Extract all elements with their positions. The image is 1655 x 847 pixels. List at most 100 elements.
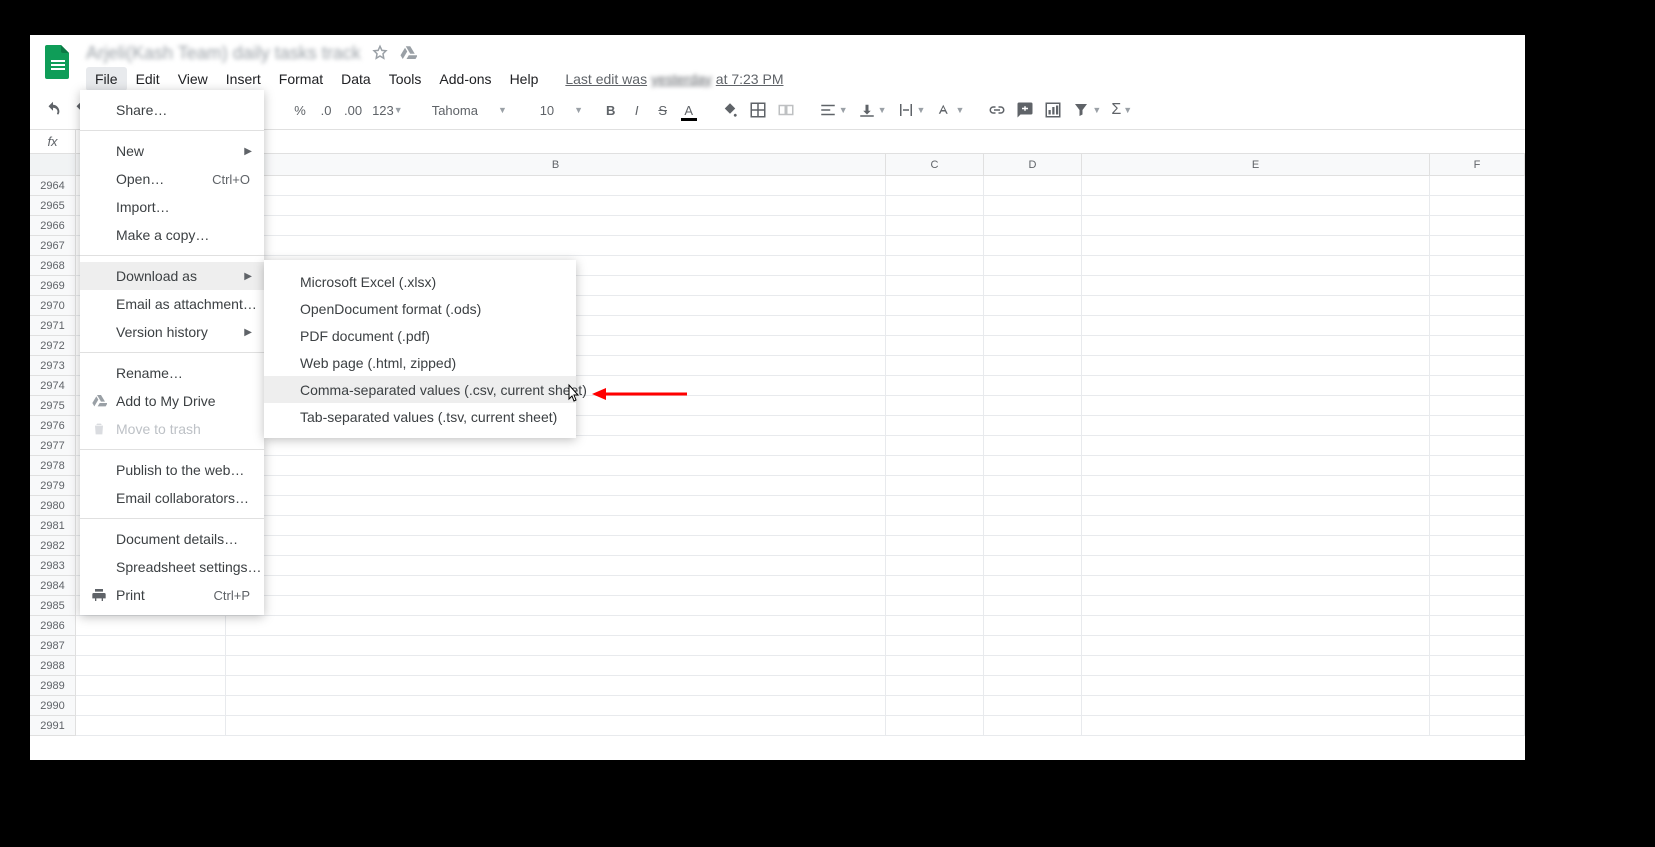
cell[interactable] [1430,336,1525,356]
cell[interactable] [886,716,984,736]
column-head-e[interactable]: E [1082,154,1430,175]
row-header[interactable]: 2991 [30,716,76,736]
cell[interactable] [984,216,1082,236]
cell[interactable] [886,516,984,536]
borders-button[interactable] [745,97,771,123]
cell[interactable] [886,536,984,556]
row-header[interactable]: 2984 [30,576,76,596]
cell[interactable] [1082,396,1430,416]
cell[interactable] [1082,616,1430,636]
file-menu-new[interactable]: New▶ [80,137,264,165]
row-header[interactable]: 2973 [30,356,76,376]
row-header[interactable]: 2969 [30,276,76,296]
row-header[interactable]: 2965 [30,196,76,216]
cell[interactable] [886,556,984,576]
menu-help[interactable]: Help [501,67,548,91]
merge-cells-button[interactable] [773,97,799,123]
download-tsv[interactable]: Tab-separated values (.tsv, current shee… [264,403,576,430]
cell[interactable] [76,696,226,716]
decrease-decimal-button[interactable]: .0 [314,97,338,123]
sheets-app-icon[interactable] [40,43,76,79]
file-menu-make-copy[interactable]: Make a copy… [80,221,264,249]
undo-button[interactable] [40,97,66,123]
row-header[interactable]: 2974 [30,376,76,396]
cell[interactable] [886,616,984,636]
font-size-select[interactable]: 10▼ [531,102,583,119]
row-header[interactable]: 2975 [30,396,76,416]
menu-tools[interactable]: Tools [380,67,431,91]
last-edit-link[interactable]: Last edit was yesterday at 7:23 PM [565,71,783,87]
cell[interactable] [226,216,886,236]
cell[interactable] [1430,416,1525,436]
cell[interactable] [984,596,1082,616]
cell[interactable] [886,436,984,456]
file-menu-publish-web[interactable]: Publish to the web… [80,456,264,484]
cell[interactable] [1082,216,1430,236]
cell[interactable] [1082,456,1430,476]
row-header[interactable]: 2990 [30,696,76,716]
cell[interactable] [1430,316,1525,336]
file-menu-doc-details[interactable]: Document details… [80,525,264,553]
cell[interactable] [1082,596,1430,616]
cell[interactable] [886,356,984,376]
cell[interactable] [984,576,1082,596]
cell[interactable] [984,456,1082,476]
cell[interactable] [984,696,1082,716]
cell[interactable] [1082,656,1430,676]
cell[interactable] [1430,216,1525,236]
file-menu-open[interactable]: Open…Ctrl+O [80,165,264,193]
cell[interactable] [226,496,886,516]
insert-chart-button[interactable] [1040,97,1066,123]
cell[interactable] [984,496,1082,516]
cell[interactable] [886,476,984,496]
horizontal-align-button[interactable]: ▼ [815,97,852,123]
menu-edit[interactable]: Edit [127,67,169,91]
column-head-d[interactable]: D [984,154,1082,175]
cell[interactable] [886,656,984,676]
drive-icon[interactable] [399,44,417,62]
menu-insert[interactable]: Insert [217,67,270,91]
row-header[interactable]: 2985 [30,596,76,616]
cell[interactable] [984,336,1082,356]
cell[interactable] [886,576,984,596]
row-header[interactable]: 2966 [30,216,76,236]
cell[interactable] [226,456,886,476]
increase-decimal-button[interactable]: .00 [340,97,366,123]
cell[interactable] [1082,436,1430,456]
file-menu-spreadsheet-settings[interactable]: Spreadsheet settings… [80,553,264,581]
cell[interactable] [76,676,226,696]
cell[interactable] [226,436,886,456]
cell[interactable] [1082,496,1430,516]
cell[interactable] [984,416,1082,436]
file-menu-rename[interactable]: Rename… [80,359,264,387]
column-head-b[interactable]: B [226,154,886,175]
cell[interactable] [886,676,984,696]
cell[interactable] [226,556,886,576]
file-menu-email-collab[interactable]: Email collaborators… [80,484,264,512]
row-header[interactable]: 2978 [30,456,76,476]
row-header[interactable]: 2981 [30,516,76,536]
download-csv[interactable]: Comma-separated values (.csv, current sh… [264,376,576,403]
cell[interactable] [1082,376,1430,396]
row-header[interactable]: 2986 [30,616,76,636]
cell[interactable] [984,316,1082,336]
download-pdf[interactable]: PDF document (.pdf) [264,322,576,349]
column-head-c[interactable]: C [886,154,984,175]
row-header[interactable]: 2979 [30,476,76,496]
cell[interactable] [1082,276,1430,296]
cell[interactable] [886,216,984,236]
file-menu-add-to-drive[interactable]: Add to My Drive [80,387,264,415]
cell[interactable] [886,316,984,336]
filter-button[interactable]: ▼ [1068,97,1105,123]
cell[interactable] [1430,596,1525,616]
cell[interactable] [226,636,886,656]
cell[interactable] [226,576,886,596]
row-header[interactable]: 2982 [30,536,76,556]
cell[interactable] [1430,516,1525,536]
row-header[interactable]: 2968 [30,256,76,276]
cell[interactable] [1430,236,1525,256]
cell[interactable] [226,196,886,216]
cell[interactable] [1430,196,1525,216]
cell[interactable] [984,196,1082,216]
cell[interactable] [226,676,886,696]
